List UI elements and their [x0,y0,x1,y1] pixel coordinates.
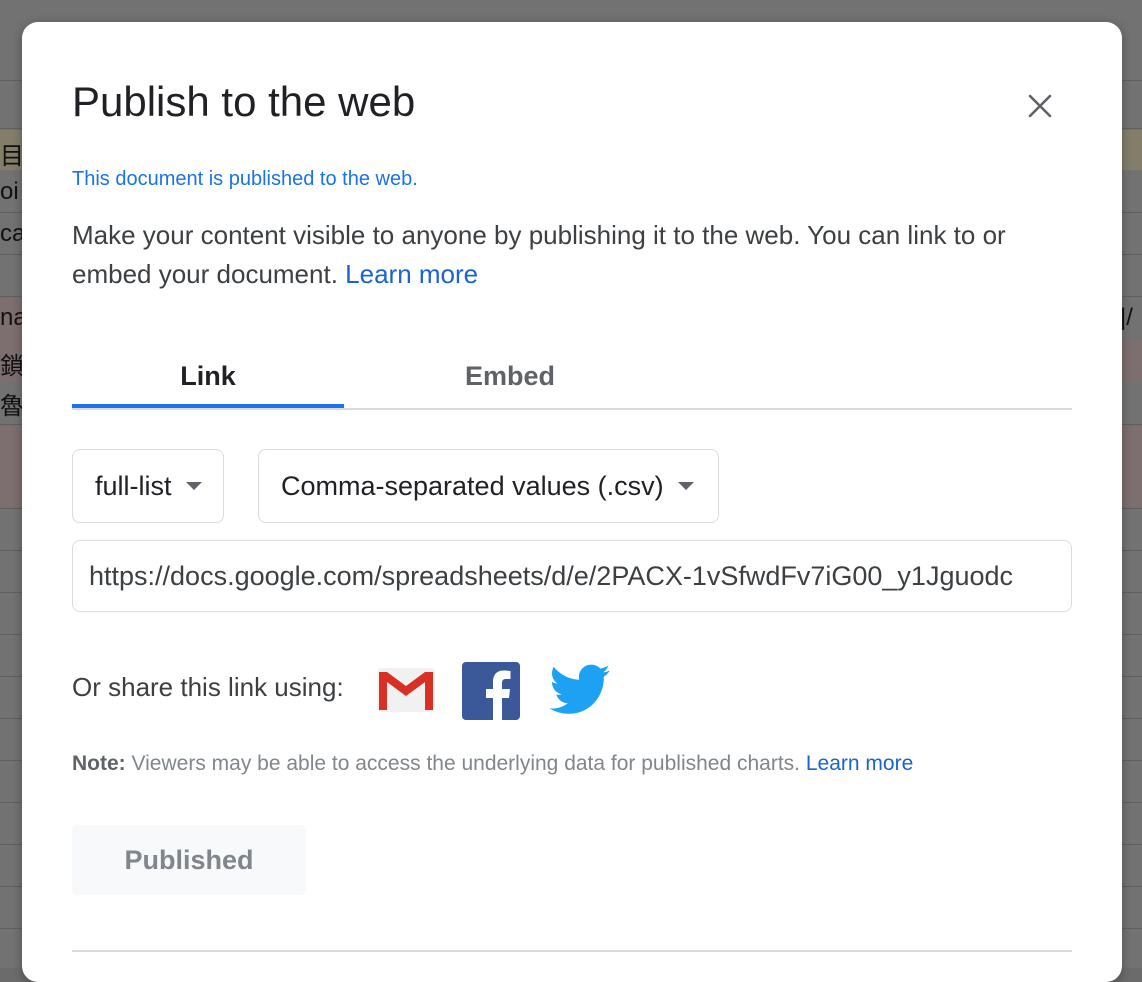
footer-divider [72,950,1072,952]
dialog-description: Make your content visible to anyone by p… [72,216,1072,294]
publish-status: This document is published to the web. [72,168,418,190]
dropdown-caret-icon [185,482,202,490]
bg-cell-tint [1120,425,1142,507]
format-select-value: Comma-separated values (.csv) [281,470,664,501]
learn-more-link[interactable]: Learn more [345,259,478,289]
note-body: Viewers may be able to access the underl… [131,752,801,775]
bg-cell-text: ca [0,220,22,247]
bg-cell-tint [1120,130,1142,170]
tab-link[interactable]: Link [72,356,344,408]
note-text: Note: Viewers may be able to access the … [72,752,913,776]
sheet-select-value: full-list [95,470,172,501]
bg-cell-tint [1120,340,1142,382]
twitter-share-button[interactable] [548,664,612,718]
dialog-title: Publish to the web [72,78,416,125]
facebook-share-button[interactable] [462,662,520,720]
bg-cell-text: |/ [1120,304,1133,331]
gmail-icon [377,668,435,712]
close-button[interactable] [1018,84,1062,128]
bg-cell-text: oi [0,178,19,205]
gmail-share-button[interactable] [375,664,437,716]
dropdown-caret-icon [677,482,694,490]
bg-cell-text: 目 [0,143,22,170]
facebook-icon [462,662,520,720]
note-label: Note: [72,752,126,775]
tab-bar: Link Embed [72,356,1072,410]
published-button[interactable]: Published [72,825,306,895]
close-icon [1028,94,1052,118]
share-label: Or share this link using: [72,672,344,702]
bg-cell-tint [0,425,22,507]
note-learn-more-link[interactable]: Learn more [806,752,913,775]
bg-cell-text: na [0,304,22,331]
tab-embed[interactable]: Embed [374,356,646,408]
publish-dialog: Publish to the web This document is publ… [22,22,1122,982]
published-url-field[interactable] [72,540,1072,612]
description-text: Make your content visible to anyone by p… [72,220,1006,289]
twitter-icon [549,664,610,714]
bg-cell-text: 鎖 [0,353,22,380]
bg-cell-text: 魯 [0,393,22,420]
sheet-select[interactable]: full-list [72,449,224,523]
format-select[interactable]: Comma-separated values (.csv) [258,449,719,523]
